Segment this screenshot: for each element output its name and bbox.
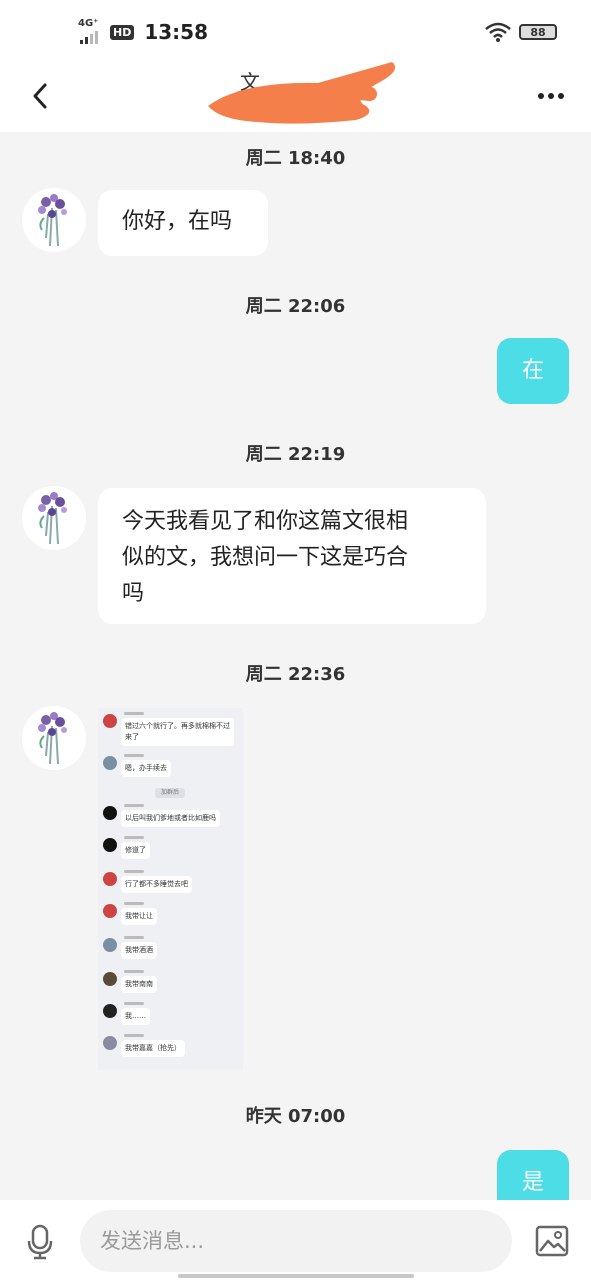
image-icon	[535, 1225, 569, 1257]
back-arrow-icon	[33, 83, 47, 109]
message-input[interactable]	[80, 1210, 512, 1272]
microphone-icon	[27, 1224, 53, 1260]
input-bar	[0, 1200, 591, 1280]
screenshot-row: 以后叫我们爹地或者比如鹿吗	[100, 804, 240, 834]
mini-avatar	[103, 1036, 117, 1050]
screenshot-row: 嗯，办手续去	[100, 754, 240, 784]
mini-avatar	[103, 1004, 117, 1018]
avatar-flower-image	[22, 188, 86, 252]
mini-name	[124, 870, 144, 873]
timestamp: 周二 22:36	[245, 664, 346, 685]
mini-bubble: 我带让让	[121, 908, 157, 925]
mini-bubble: 嗯，办手续去	[121, 760, 171, 777]
mini-bubble-line: 错过六个就行了。再多就棉棉不过	[125, 722, 230, 730]
redaction-mark	[208, 62, 396, 124]
mini-bubble: 我带酒酒	[121, 942, 157, 959]
mini-avatar	[103, 806, 117, 820]
mini-avatar	[103, 756, 117, 770]
status-right: 88	[485, 22, 557, 42]
image-picker-button[interactable]	[533, 1222, 571, 1260]
mini-bubble: 错过六个就行了。再多就棉棉不过 来了	[121, 718, 234, 746]
message-line: 今天我看见了和你这篇文很相	[122, 509, 409, 534]
hd-badge: HD	[110, 24, 135, 40]
chat-area[interactable]: 周二 18:40 你好，在吗 周二 22:06 在 周二 22:19 今天我看见…	[0, 132, 591, 1200]
screenshot-row: 我带嘉嘉（抢先）	[100, 1034, 240, 1064]
timestamp: 昨天 07:00	[245, 1106, 346, 1127]
mini-bubble: 以后叫我们爹地或者比如鹿吗	[121, 810, 220, 827]
mini-avatar	[103, 972, 117, 986]
signal-icon: 4G⁺	[78, 18, 100, 44]
mini-name	[124, 804, 144, 807]
mini-bubble: 我带南南	[121, 976, 157, 993]
message-bubble-incoming[interactable]: 今天我看见了和你这篇文很相 似的文，我想问一下这是巧合 吗	[98, 488, 486, 624]
battery-indicator: 88	[519, 24, 557, 40]
mini-name	[124, 836, 144, 839]
back-button[interactable]	[22, 78, 58, 114]
message-text: 在	[521, 358, 544, 383]
message-bubble-outgoing[interactable]: 是	[497, 1150, 569, 1200]
image-message[interactable]: 错过六个就行了。再多就棉棉不过 来了 嗯，办手续去 加群后 以后叫我们爹地或者比…	[98, 708, 243, 1070]
status-time: 13:58	[144, 20, 209, 44]
timestamp: 周二 18:40	[245, 148, 346, 169]
wifi-icon	[485, 22, 511, 42]
screenshot-row: 我带酒酒	[100, 936, 240, 966]
mini-bubble: 我带嘉嘉（抢先）	[121, 1040, 185, 1057]
message-text: 你好，在吗	[122, 209, 233, 234]
nav-bar: 文	[0, 62, 591, 132]
timestamp: 周二 22:19	[245, 444, 346, 465]
message-bubble-outgoing[interactable]: 在	[497, 338, 569, 404]
screenshot-row: 行了都不多睡觉去吧	[100, 870, 240, 900]
mini-avatar	[103, 714, 117, 728]
mini-name	[124, 712, 144, 715]
mini-name	[124, 754, 144, 757]
voice-button[interactable]	[22, 1222, 58, 1262]
mini-name	[124, 1034, 144, 1037]
screenshot-row: 错过六个就行了。再多就棉棉不过 来了	[100, 712, 240, 752]
message-line: 似的文，我想问一下这是巧合	[122, 545, 409, 570]
contact-avatar[interactable]	[22, 188, 86, 252]
mini-bubble: 行了都不多睡觉去吧	[121, 876, 192, 893]
mini-avatar	[103, 838, 117, 852]
network-type: 4G⁺	[78, 18, 99, 29]
conversation-title: 文	[180, 44, 420, 136]
screenshot-row: 修道了	[100, 836, 240, 866]
avatar-flower-image	[22, 706, 86, 770]
mini-bubble: 我……	[121, 1008, 150, 1025]
home-indicator[interactable]	[178, 1274, 414, 1278]
mini-name	[124, 936, 144, 939]
mini-bubble: 修道了	[121, 842, 150, 859]
timestamp: 周二 22:06	[245, 296, 346, 317]
more-dots-icon	[538, 93, 564, 99]
screenshot-row: 我……	[100, 1002, 240, 1032]
message-line: 吗	[122, 581, 145, 606]
mini-avatar	[103, 938, 117, 952]
screenshot-row: 我带南南	[100, 970, 240, 1000]
message-bubble-incoming[interactable]: 你好，在吗	[98, 190, 268, 256]
mini-avatar	[103, 904, 117, 918]
mini-name	[124, 902, 144, 905]
message-text: 是	[521, 1170, 544, 1195]
mini-bubble-line: 来了	[125, 733, 139, 741]
mini-name	[124, 970, 144, 973]
status-left: 4G⁺ HD 13:58	[78, 18, 209, 44]
more-options-button[interactable]	[533, 78, 569, 114]
mini-system-note: 加群后	[155, 788, 185, 798]
screenshot-row: 我带让让	[100, 902, 240, 932]
contact-avatar[interactable]	[22, 706, 86, 770]
avatar-flower-image	[22, 486, 86, 550]
mini-avatar	[103, 872, 117, 886]
contact-avatar[interactable]	[22, 486, 86, 550]
mini-name	[124, 1002, 144, 1005]
